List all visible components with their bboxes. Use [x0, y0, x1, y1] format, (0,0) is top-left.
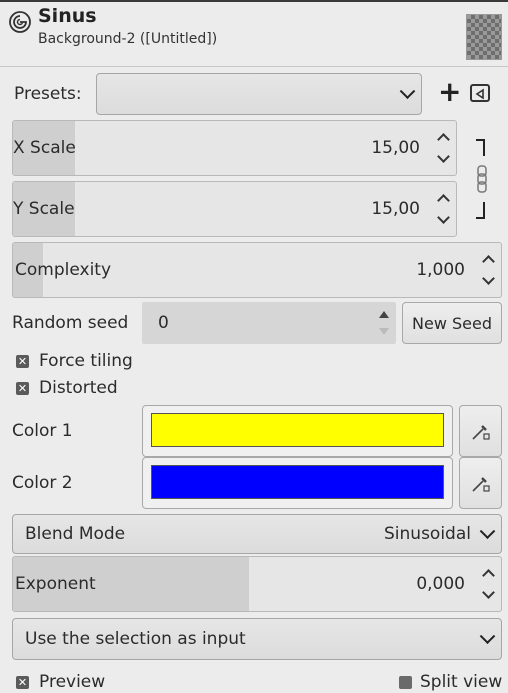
x-scale-spinner[interactable]	[430, 121, 456, 175]
x-scale-value: 15,00	[371, 138, 420, 158]
decrement-icon	[482, 272, 495, 285]
chevron-down-icon	[479, 523, 496, 540]
force-tiling-checkbox[interactable]: ✕ Force tiling	[16, 351, 133, 371]
selection-input-value: Use the selection as input	[25, 629, 246, 649]
complexity-label: Complexity	[15, 260, 112, 280]
header-separator	[0, 66, 508, 67]
presets-label: Presets:	[14, 84, 82, 104]
checkbox-unchecked-icon	[399, 675, 412, 689]
random-seed-field[interactable]: 0	[142, 302, 396, 344]
decrement-icon	[437, 150, 450, 163]
complexity-value: 1,000	[416, 260, 465, 280]
split-view-label: Split view	[420, 672, 503, 692]
plus-icon: +	[438, 75, 462, 108]
random-seed-label: Random seed	[12, 313, 129, 333]
chain-link-toggle[interactable]	[466, 130, 496, 230]
x-scale-label: X Scale	[13, 138, 76, 158]
presets-menu-button[interactable]	[470, 84, 490, 102]
x-scale-field[interactable]: X Scale 15,00	[12, 120, 457, 176]
chevron-down-icon	[399, 83, 416, 100]
color1-button[interactable]	[142, 405, 453, 457]
chain-icon	[476, 139, 487, 219]
increment-icon	[437, 133, 450, 146]
force-tiling-label: Force tiling	[39, 351, 133, 371]
decrement-icon	[482, 586, 495, 599]
y-scale-spinner[interactable]	[430, 182, 456, 236]
preview-label: Preview	[39, 672, 106, 692]
increment-icon	[482, 569, 495, 582]
checkbox-checked-icon: ✕	[16, 381, 29, 395]
layer-thumbnail	[466, 14, 502, 60]
color1-swatch	[151, 413, 444, 447]
y-scale-field[interactable]: Y Scale 15,00	[12, 181, 457, 237]
exponent-value: 0,000	[416, 574, 465, 594]
checkbox-checked-icon: ✕	[16, 354, 29, 368]
complexity-field[interactable]: Complexity 1,000	[12, 242, 502, 298]
decrement-icon	[437, 211, 450, 224]
random-seed-value: 0	[158, 313, 169, 333]
distorted-label: Distorted	[39, 378, 118, 398]
y-scale-value: 15,00	[371, 199, 420, 219]
blend-mode-label: Blend Mode	[25, 524, 126, 544]
chevron-down-icon	[479, 628, 496, 645]
exponent-label: Exponent	[15, 574, 96, 594]
color1-label: Color 1	[12, 421, 73, 441]
split-view-checkbox[interactable]: Split view	[399, 672, 502, 692]
random-seed-spinner[interactable]	[370, 302, 396, 344]
gegl-filter-icon	[9, 11, 31, 33]
decrement-icon	[379, 328, 389, 335]
increment-icon	[379, 311, 389, 318]
new-seed-button[interactable]: New Seed	[402, 302, 502, 344]
add-preset-button[interactable]: +	[438, 76, 461, 108]
blend-mode-combo[interactable]: Blend Mode Sinusoidal	[12, 514, 502, 554]
increment-icon	[437, 194, 450, 207]
exponent-field[interactable]: Exponent 0,000	[12, 556, 502, 612]
dialog-subtitle: Background-2 ([Untitled])	[38, 31, 218, 47]
color2-label: Color 2	[12, 473, 73, 493]
color2-picker-button[interactable]	[459, 457, 502, 509]
menu-arrow-icon	[475, 88, 484, 100]
top-border	[0, 0, 508, 2]
distorted-checkbox[interactable]: ✕ Distorted	[16, 378, 118, 398]
dialog-title: Sinus	[38, 5, 97, 27]
color2-swatch	[151, 465, 444, 499]
eyedropper-icon	[471, 477, 490, 492]
color1-picker-button[interactable]	[459, 405, 502, 457]
presets-combo[interactable]	[96, 73, 422, 115]
blend-mode-value: Sinusoidal	[384, 524, 471, 544]
selection-input-combo[interactable]: Use the selection as input	[12, 618, 502, 660]
preview-checkbox[interactable]: ✕ Preview	[16, 672, 105, 692]
complexity-spinner[interactable]	[475, 243, 501, 297]
eyedropper-icon	[471, 425, 490, 440]
color2-button[interactable]	[142, 457, 453, 509]
checkbox-checked-icon: ✕	[16, 675, 29, 689]
exponent-spinner[interactable]	[475, 557, 501, 611]
y-scale-label: Y Scale	[13, 199, 75, 219]
increment-icon	[482, 255, 495, 268]
